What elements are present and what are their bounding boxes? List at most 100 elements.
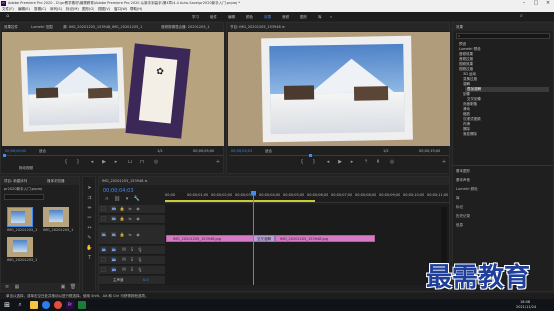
app-icon[interactable] — [78, 301, 86, 309]
workspace-tab-editing[interactable]: 编辑 — [228, 15, 235, 20]
mic-icon[interactable]: 🎙 — [137, 267, 143, 273]
playhead-handle[interactable] — [251, 191, 256, 195]
tab-sequence[interactable]: IMG_20201205_153948 ≡ — [102, 179, 182, 184]
tab-program[interactable]: 节目: IMG_20201205_153948 ≡ — [230, 25, 350, 30]
section-essential-sound[interactable]: 基本声音 — [456, 178, 470, 183]
step-back-icon[interactable]: ◂ — [87, 159, 97, 165]
premiere-taskbar-icon[interactable]: Pr — [66, 301, 74, 309]
tree-item-page-peel[interactable]: 页面剥落 — [463, 102, 477, 107]
mute-button[interactable]: M — [121, 257, 127, 263]
source-patch-v1[interactable]: V1 — [101, 232, 106, 237]
source-timecode[interactable]: 00;00;00;00 — [5, 149, 26, 154]
tree-item-iris-cross[interactable]: 交叉划像 — [467, 97, 481, 102]
minimize-icon[interactable]: – — [518, 0, 530, 7]
program-scrubber[interactable] — [229, 155, 449, 156]
mute-button[interactable]: M — [121, 267, 127, 273]
workspace-tab-effects[interactable]: 效果 — [264, 15, 271, 20]
tree-item-audio-effects[interactable]: 音频效果 — [459, 52, 473, 57]
project-thumb-3[interactable] — [7, 237, 33, 257]
master-volume[interactable]: 0.0 — [143, 278, 149, 283]
workspace-tab-assembly[interactable]: 组件 — [210, 15, 217, 20]
timeline-timecode[interactable]: 00;00;04;03 — [103, 188, 134, 194]
source-patch-a2[interactable] — [101, 257, 106, 262]
extract-icon[interactable]: ⇞ — [373, 159, 383, 165]
tree-item-immersive[interactable]: 沉浸式视频 — [463, 117, 481, 122]
project-search-input[interactable] — [4, 194, 44, 200]
section-history[interactable]: 历史记录 — [456, 214, 470, 219]
tree-item-cross-dissolve[interactable]: 叠加溶解 — [467, 87, 481, 92]
source-patch-a3[interactable] — [101, 267, 106, 272]
lock-icon[interactable]: 🔒 — [119, 216, 125, 222]
program-step-back-icon[interactable]: ◂ — [323, 159, 333, 165]
source-patch-v2[interactable] — [101, 216, 106, 221]
tree-item-audio-transitions[interactable]: 音频过渡 — [459, 57, 473, 62]
lock-icon[interactable]: 🔒 — [119, 206, 125, 212]
slip-tool-icon[interactable]: ↔ — [85, 225, 94, 231]
close-icon[interactable]: × — [542, 0, 554, 7]
add-button-icon[interactable]: + — [213, 159, 223, 165]
tree-item-dissolve[interactable]: 溶解 — [463, 82, 470, 87]
mark-out-icon[interactable]: } — [73, 159, 83, 165]
tab-source[interactable]: 源: IMG_20201205_153948_IMG_20201205_1 — [63, 25, 159, 30]
hand-tool-icon[interactable]: ✋ — [85, 245, 94, 251]
mute-button[interactable]: M — [121, 247, 127, 253]
workspace-tab-audio[interactable]: 音频 — [282, 15, 289, 20]
taskbar-search-icon[interactable]: ⌕ — [16, 301, 24, 309]
eye-icon[interactable]: ◉ — [135, 206, 141, 212]
tree-item-video-effects[interactable]: 视频效果 — [459, 62, 473, 67]
video-clip-2[interactable]: IMG_20201205_153948.jpg — [275, 235, 375, 242]
tree-item-lumetri-presets[interactable]: Lumetri 预设 — [459, 47, 481, 52]
sync-lock-icon[interactable]: ⇆ — [127, 232, 133, 238]
source-playhead[interactable] — [3, 154, 6, 157]
track-area[interactable]: IMG_20201205_153948.jpg 交叉溶解 IMG_2020120… — [165, 205, 449, 285]
sync-lock-icon[interactable]: ⇆ — [127, 206, 133, 212]
menu-view[interactable]: 视图(V) — [98, 7, 110, 12]
tree-item-video-transitions[interactable]: 视频过渡 — [459, 67, 473, 72]
browser-icon[interactable] — [42, 301, 50, 309]
program-add-button-icon[interactable]: + — [439, 159, 449, 165]
workspace-tab-learn[interactable]: 学习 — [192, 15, 199, 20]
section-lumetri-color[interactable]: Lumetri 颜色 — [456, 187, 478, 192]
type-tool-icon[interactable]: T — [85, 255, 94, 261]
tab-effect-controls[interactable]: 效果控件 — [4, 25, 18, 30]
play-icon[interactable]: ▶ — [99, 159, 109, 165]
icon-view-icon[interactable]: ▦ — [13, 284, 21, 290]
ripple-edit-tool-icon[interactable]: ⇹ — [85, 205, 94, 211]
effects-title[interactable]: 效果 — [456, 25, 463, 30]
solo-button[interactable]: S — [129, 247, 135, 253]
source-resolution[interactable]: 1/2 — [157, 149, 163, 154]
source-scrubber[interactable] — [3, 155, 223, 156]
pen-tool-icon[interactable]: ✎ — [85, 235, 94, 241]
eye-icon[interactable]: ◉ — [135, 216, 141, 222]
tab-lumetri-scopes[interactable]: Lumetri 范围 — [31, 25, 53, 30]
program-play-icon[interactable]: ▶ — [335, 159, 345, 165]
search-icon[interactable]: ⌕ — [520, 14, 526, 19]
tree-item-transform[interactable]: 变换过渡 — [463, 77, 477, 82]
eye-icon[interactable]: ◉ — [135, 232, 141, 238]
section-info[interactable]: 信息 — [456, 223, 463, 228]
tree-item-gradient-wipe[interactable]: 渐变擦除 — [463, 132, 477, 137]
workspace-tab-libraries[interactable]: 库 — [318, 15, 322, 20]
menu-window[interactable]: 窗口(W) — [114, 7, 127, 12]
program-timecode[interactable]: 00;00;04;03 — [231, 149, 252, 154]
snap-icon[interactable]: ∩ — [103, 196, 111, 202]
program-export-frame-icon[interactable]: ◎ — [387, 159, 397, 165]
source-drag-video[interactable]: 拖动视频 — [19, 166, 33, 171]
track-target-v1[interactable]: V1 — [111, 232, 116, 237]
workspace-tab-graphics[interactable]: 图形 — [300, 15, 307, 20]
project-thumb-1[interactable] — [7, 207, 33, 227]
program-resolution[interactable]: 1/2 — [383, 149, 389, 154]
track-target-v3[interactable]: V3 — [111, 206, 116, 211]
new-item-icon[interactable]: ▣ — [59, 284, 67, 290]
section-libraries[interactable]: 库 — [456, 196, 460, 201]
menu-clip[interactable]: 剪辑(C) — [34, 7, 46, 12]
source-patch-a1[interactable]: A1 — [101, 247, 106, 252]
file-explorer-icon[interactable] — [30, 301, 38, 309]
menu-help[interactable]: 帮助(H) — [130, 7, 142, 12]
mic-icon[interactable]: 🎙 — [137, 257, 143, 263]
source-patch-v3[interactable] — [101, 206, 106, 211]
track-target-a3[interactable]: A3 — [111, 267, 116, 272]
menu-graphics[interactable]: 图形(G) — [82, 7, 94, 12]
list-view-icon[interactable]: ≡ — [3, 284, 11, 290]
trash-icon[interactable]: 🗑 — [69, 284, 77, 290]
